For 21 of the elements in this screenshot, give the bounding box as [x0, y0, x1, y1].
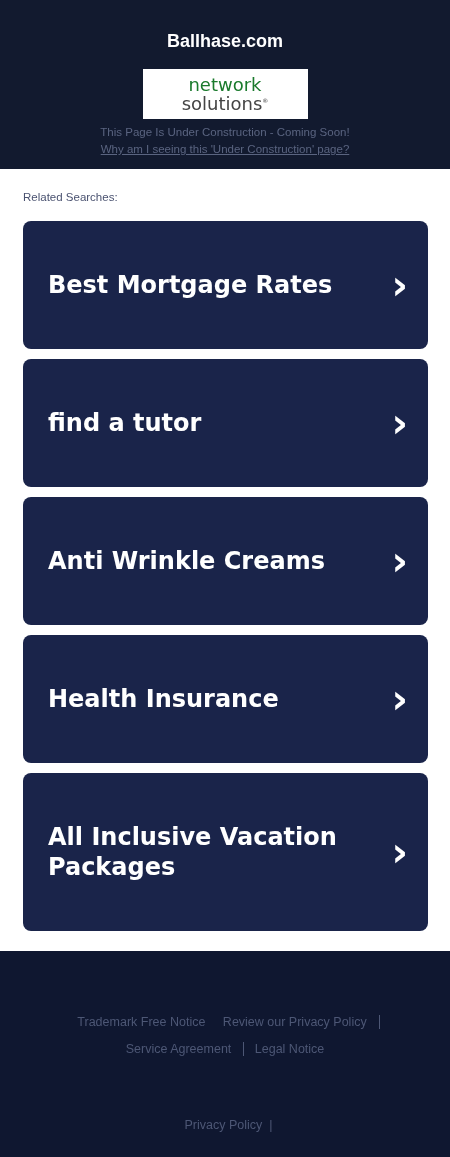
search-link-card[interactable]: Health Insurance ›	[23, 635, 428, 763]
logo: network solutions$^{®}$	[142, 69, 308, 119]
section-heading: Related Searches:	[23, 190, 119, 205]
search-link-card[interactable]: All Inclusive Vacation Packages ›	[23, 773, 428, 931]
info-link[interactable]: Why am I seeing this 'Under Construction' page?	[100, 141, 350, 158]
chevron-icon: ›	[391, 837, 408, 867]
site-title: Ballhase.com	[166, 30, 284, 52]
search-link-card[interactable]: find a tutor ›	[23, 359, 428, 487]
footer-link[interactable]: Service Agreement	[118, 1042, 245, 1056]
footer-link[interactable]: Legal Notice	[247, 1042, 332, 1056]
search-link-card[interactable]: Best Mortgage Rates ›	[23, 221, 428, 349]
chevron-icon: ›	[391, 270, 408, 300]
footer-link[interactable]: Trademark Free Notice	[70, 1015, 213, 1029]
notice-text: This Page Is Under Construction - Coming Soon!	[100, 125, 350, 140]
search-link-card[interactable]: Anti Wrinkle Creams ›	[23, 497, 428, 625]
chevron-icon: ›	[391, 546, 408, 576]
footer-link[interactable]: Privacy Policy	[177, 1118, 270, 1132]
chevron-icon: ›	[391, 408, 408, 438]
footer-link[interactable]: Review our Privacy Policy	[215, 1015, 380, 1029]
separator-text: |	[269, 1118, 273, 1132]
chevron-icon: ›	[391, 684, 408, 714]
